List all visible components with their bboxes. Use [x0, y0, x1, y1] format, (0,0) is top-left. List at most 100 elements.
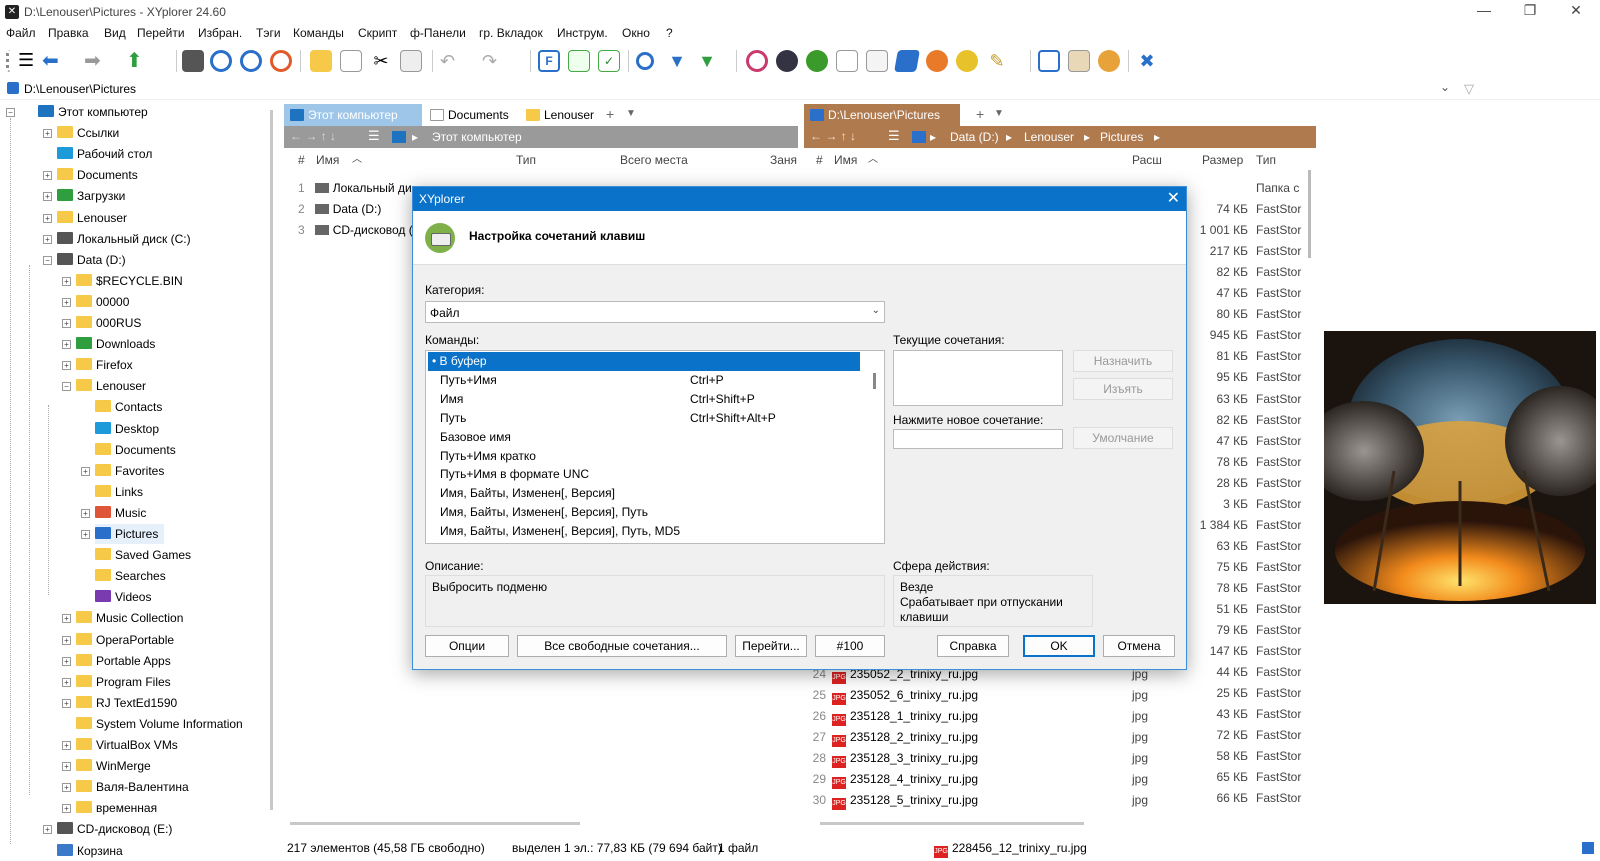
maximize-button[interactable]: ❐ [1510, 2, 1550, 22]
left-hscrollbar[interactable] [290, 822, 580, 825]
breadcrumb-item[interactable]: Pictures [1100, 130, 1143, 144]
current-shortcuts-box[interactable] [893, 350, 1063, 406]
tab-pictures[interactable]: D:\Lenouser\Pictures [804, 104, 960, 126]
table-row[interactable]: JPG 235128_4_trinixy_ru.jpg [832, 769, 1002, 790]
dual-pane-icon[interactable] [1038, 50, 1060, 72]
close-icon[interactable]: ✕ [1167, 188, 1180, 208]
menu-item-11[interactable]: Окно [622, 26, 650, 40]
tree-item[interactable]: Рабочий стол [57, 144, 152, 164]
tree-item[interactable]: Searches [95, 566, 166, 586]
command-item[interactable]: Путь Ctrl+Shift+Alt+P [440, 409, 776, 428]
command-item[interactable]: Имя, Байты, Изменен[, Версия], Путь [440, 503, 648, 522]
tree-item[interactable]: $RECYCLE.BIN [76, 271, 183, 291]
tree-item[interactable]: Links [95, 482, 143, 502]
all-free-shortcuts-button[interactable]: Все свободные сочетания... [517, 635, 727, 657]
right-hscrollbar[interactable] [820, 822, 1084, 825]
expand-toggle-icon[interactable]: + [43, 825, 52, 835]
commands-list[interactable]: • В буфер Путь+Имя Ctrl+P Имя Ctrl+Shift+P Пу… [425, 350, 885, 544]
address-dropdown-icon[interactable]: ⌄ [1440, 80, 1450, 94]
tree-item[interactable]: Pictures [95, 524, 165, 544]
back-icon[interactable]: ⬅ [42, 50, 64, 72]
menu-icon[interactable]: ☰ [18, 50, 40, 72]
tree-item[interactable]: Music Collection [76, 608, 183, 628]
expand-toggle-icon[interactable]: + [43, 129, 52, 139]
nav-arrows-icon[interactable]: ← → ↑ ↓ [290, 129, 336, 143]
table-row[interactable]: JPG 235128_5_trinixy_ru.jpg [832, 790, 1002, 811]
close-window-button[interactable]: ✕ [1556, 2, 1596, 22]
tree-item[interactable]: Firefox [76, 355, 133, 375]
tree-item[interactable]: OperaPortable [76, 630, 174, 650]
magnifier-icon[interactable] [636, 52, 654, 70]
nav-arrows-icon[interactable]: ← → ↑ ↓ [810, 129, 856, 143]
command-item[interactable]: Имя, Байты, Изменен[, Версия], Путь, MD5 [440, 522, 680, 541]
menu-item-10[interactable]: Инструм. [557, 26, 608, 40]
tree-item[interactable]: WinMerge [76, 756, 151, 776]
tree-item[interactable]: RJ TextEd1590 [76, 693, 177, 713]
number-button[interactable]: #100 [815, 635, 885, 657]
tab-documents[interactable]: Documents [424, 104, 516, 126]
toolbar-grip[interactable] [6, 50, 16, 72]
basketball-icon[interactable] [926, 50, 948, 72]
expand-toggle-icon[interactable]: + [62, 276, 71, 286]
tab-lenouser[interactable]: Lenouser [520, 104, 600, 126]
expand-toggle-icon[interactable]: + [62, 340, 71, 350]
broom-icon[interactable]: ✎ [986, 50, 1008, 72]
menu-item-5[interactable]: Тэги [256, 26, 281, 40]
tree-item[interactable]: System Volume Information [76, 714, 243, 734]
breadcrumb-item[interactable]: Lenouser [1024, 130, 1074, 144]
add-tab-icon[interactable]: + [606, 106, 614, 122]
expand-toggle-icon[interactable]: + [81, 466, 90, 476]
table-row[interactable]: JPG 235128_2_trinixy_ru.jpg [832, 727, 1002, 748]
cut-icon[interactable]: ✂ [370, 50, 392, 72]
tree-item[interactable]: 000RUS [76, 313, 141, 333]
tree-green-icon[interactable] [806, 50, 828, 72]
remove-button[interactable]: Изъять [1073, 378, 1173, 400]
table-row[interactable]: JPG 235128_1_trinixy_ru.jpg [832, 706, 1002, 727]
assign-button[interactable]: Назначить [1073, 350, 1173, 372]
new-shortcut-input[interactable] [893, 429, 1063, 449]
command-item[interactable]: Путь+Имя в формате UNC [440, 465, 589, 484]
menu-item-8[interactable]: ф-Панели [410, 26, 466, 40]
category-select[interactable]: Файл ⌄ [425, 301, 885, 323]
col-number[interactable]: # [816, 153, 823, 167]
tree-item[interactable]: Contacts [95, 397, 162, 417]
tree-item[interactable]: CD-дисковод (E:) [57, 819, 172, 839]
breadcrumb-item[interactable]: Data (D:) [950, 130, 999, 144]
find-files-icon[interactable]: F [538, 50, 560, 72]
goto-button[interactable]: Перейти... [735, 635, 807, 657]
list-icon[interactable]: ☰ [888, 128, 900, 144]
search-circle-icon[interactable] [240, 50, 262, 72]
grid-icon[interactable] [836, 50, 858, 72]
target-icon[interactable] [210, 50, 232, 72]
tree-item[interactable]: Documents [57, 165, 138, 185]
menu-item-7[interactable]: Скрипт [358, 26, 397, 40]
computer-icon[interactable] [182, 50, 204, 72]
col-name[interactable]: Имя [834, 153, 857, 167]
address-path[interactable]: D:\Lenouser\Pictures [24, 82, 136, 96]
colors-icon[interactable] [956, 50, 978, 72]
menu-item-1[interactable]: Правка [48, 26, 89, 40]
cancel-button[interactable]: Отмена [1103, 635, 1175, 657]
tree-item[interactable]: Downloads [76, 334, 155, 354]
expand-toggle-icon[interactable]: + [62, 804, 71, 814]
command-item[interactable]: Базовое имя [440, 428, 511, 447]
expand-toggle-icon[interactable]: + [62, 361, 71, 371]
expand-toggle-icon[interactable]: + [81, 508, 90, 518]
expand-toggle-icon[interactable]: + [62, 762, 71, 772]
tree-item[interactable]: временная [76, 798, 157, 818]
expand-toggle-icon[interactable]: + [62, 319, 71, 328]
tree-item[interactable]: VirtualBox VMs [76, 735, 178, 755]
tree-item[interactable]: Program Files [76, 672, 171, 692]
col-used[interactable]: Заня [770, 153, 797, 167]
expand-toggle-icon[interactable]: + [62, 741, 71, 750]
help-button[interactable]: Справка [937, 635, 1009, 657]
command-item[interactable]: Путь+Имя Ctrl+P [440, 371, 724, 390]
tab-menu-icon[interactable]: ▼ [994, 108, 1004, 119]
tree-scrollbar[interactable] [270, 110, 273, 810]
tree-item[interactable]: Saved Games [95, 545, 191, 565]
tree-item[interactable]: Lenouser [76, 376, 146, 396]
ok-button[interactable]: OK [1023, 635, 1095, 657]
info-panel-icon[interactable] [1068, 50, 1090, 72]
hashtag-icon[interactable] [894, 50, 920, 72]
tree-item[interactable]: Ссылки [57, 123, 119, 143]
